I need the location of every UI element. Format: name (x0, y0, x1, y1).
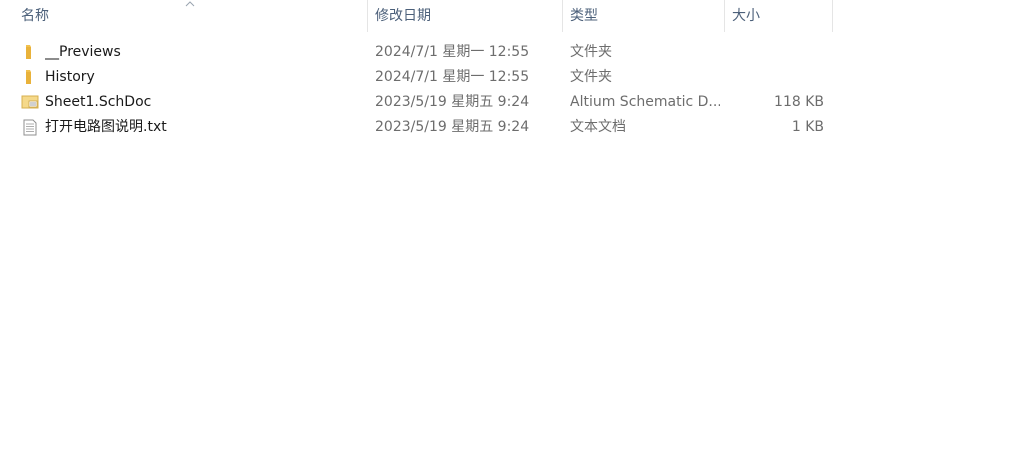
column-header-bar: 名称 修改日期 类型 大小 (0, 0, 1024, 32)
file-size (724, 40, 824, 65)
column-divider[interactable] (724, 0, 725, 32)
column-header-name[interactable]: 名称 (21, 0, 49, 32)
file-size: 118 KB (774, 94, 824, 110)
text-file-icon (23, 119, 37, 136)
file-type: Altium Schematic D... (570, 94, 720, 110)
column-header-size[interactable]: 大小 (732, 0, 760, 32)
column-header-type[interactable]: 类型 (570, 0, 598, 32)
column-divider[interactable] (562, 0, 563, 32)
file-name: __Previews (45, 44, 121, 60)
chevron-up-icon[interactable] (183, 0, 197, 10)
file-type: 文本文档 (570, 119, 626, 135)
column-divider[interactable] (832, 0, 833, 32)
file-type: 文件夹 (570, 44, 612, 60)
schematic-file-icon (21, 95, 39, 109)
file-date-modified: 2024/7/1 星期一 12:55 (375, 69, 530, 85)
file-row[interactable]: History 2024/7/1 星期一 12:55 文件夹 (0, 65, 1024, 90)
file-row[interactable]: __Previews 2024/7/1 星期一 12:55 文件夹 (0, 40, 1024, 65)
file-row[interactable]: Sheet1.SchDoc 2023/5/19 星期五 9:24 Altium … (0, 90, 1024, 115)
file-name: History (45, 69, 95, 85)
column-header-date-modified[interactable]: 修改日期 (375, 0, 431, 32)
file-name: Sheet1.SchDoc (45, 94, 152, 110)
file-row[interactable]: 打开电路图说明.txt 2023/5/19 星期五 9:24 文本文档 1 KB (0, 115, 1024, 140)
file-date-modified: 2023/5/19 星期五 9:24 (375, 119, 530, 135)
file-type: 文件夹 (570, 69, 612, 85)
folder-icon (26, 45, 31, 59)
file-name: 打开电路图说明.txt (45, 119, 167, 135)
column-divider[interactable] (367, 0, 368, 32)
file-size: 1 KB (791, 119, 824, 135)
file-date-modified: 2024/7/1 星期一 12:55 (375, 44, 530, 60)
file-date-modified: 2023/5/19 星期五 9:24 (375, 94, 530, 110)
folder-icon (26, 70, 31, 84)
file-size (724, 65, 824, 90)
